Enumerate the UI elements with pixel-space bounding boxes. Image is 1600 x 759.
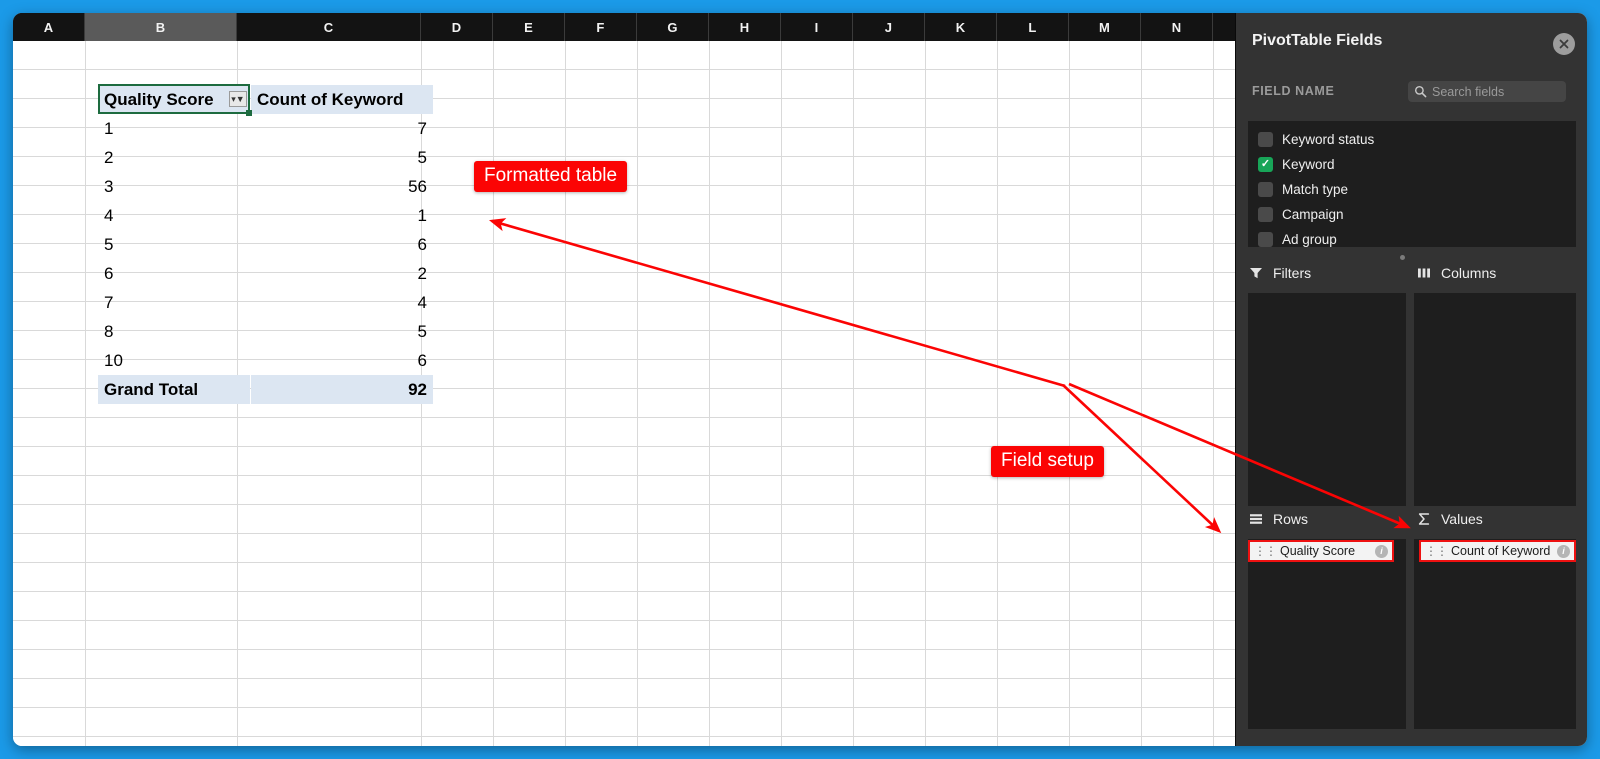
drag-grip-icon: ⋮⋮ bbox=[1425, 544, 1448, 558]
field-list: Keyword status ✓ Keyword Match type Campaign… bbox=[1248, 121, 1576, 247]
pivot-row-value[interactable]: 56 bbox=[251, 172, 433, 201]
field-chip-values-label: Count of Keyword bbox=[1451, 544, 1551, 558]
excel-window: ABCDEFGHIJKLMN Quality Score Count of Ke… bbox=[13, 13, 1587, 746]
pivot-row-label[interactable]: 8 bbox=[98, 317, 250, 346]
pivot-row-value[interactable]: 1 bbox=[251, 201, 433, 230]
info-icon[interactable]: i bbox=[1375, 544, 1388, 558]
zone-label-rows: Rows bbox=[1273, 511, 1309, 527]
column-header-g[interactable]: G bbox=[637, 13, 709, 41]
checkbox-icon[interactable] bbox=[1258, 207, 1273, 222]
zone-header-rows: Rows bbox=[1248, 511, 1308, 527]
search-input[interactable] bbox=[1432, 84, 1560, 99]
pivot-grand-total-value: 92 bbox=[251, 375, 433, 404]
pivot-row-label[interactable]: 2 bbox=[98, 143, 250, 172]
pivot-row-value[interactable]: 2 bbox=[251, 259, 433, 288]
field-list-item-label: Keyword status bbox=[1282, 132, 1375, 147]
rows-icon bbox=[1248, 511, 1264, 527]
pivot-row-label[interactable]: 10 bbox=[98, 346, 250, 375]
field-name-label: FIELD NAME bbox=[1252, 84, 1335, 98]
column-header-a[interactable]: A bbox=[13, 13, 85, 41]
pivot-row-value[interactable]: 5 bbox=[251, 317, 433, 346]
column-header-h[interactable]: H bbox=[709, 13, 781, 41]
field-list-item-campaign[interactable]: Campaign bbox=[1258, 202, 1576, 227]
pivot-row-label[interactable]: 7 bbox=[98, 288, 250, 317]
annotation-formatted-table: Formatted table bbox=[474, 161, 628, 192]
field-chip-values[interactable]: ⋮⋮ Count of Keyword i bbox=[1419, 540, 1576, 562]
panel-drag-handle[interactable] bbox=[1400, 255, 1405, 260]
drop-zone-filters[interactable] bbox=[1248, 293, 1406, 506]
pivot-row-label[interactable]: 1 bbox=[98, 114, 250, 143]
pivot-row-label[interactable]: 3 bbox=[98, 172, 250, 201]
drop-zone-columns[interactable] bbox=[1414, 293, 1576, 506]
field-list-item-keyword-status[interactable]: Keyword status bbox=[1258, 127, 1576, 152]
drop-zone-rows[interactable] bbox=[1248, 539, 1406, 729]
column-header-b[interactable]: B bbox=[85, 13, 237, 41]
field-list-item-label: Keyword bbox=[1282, 157, 1335, 172]
pivot-header-count-of-keyword[interactable]: Count of Keyword bbox=[251, 85, 433, 114]
checkbox-icon[interactable] bbox=[1258, 232, 1273, 247]
drop-zone-values[interactable] bbox=[1414, 539, 1576, 729]
pivot-header-quality-score[interactable]: Quality Score bbox=[98, 85, 250, 114]
pivot-row-value[interactable]: 5 bbox=[251, 143, 433, 172]
columns-icon bbox=[1416, 265, 1432, 281]
pivot-row-value[interactable]: 7 bbox=[251, 114, 433, 143]
pivot-grand-total-label: Grand Total bbox=[98, 375, 250, 404]
field-list-item-ad-group[interactable]: Ad group bbox=[1258, 227, 1576, 252]
zone-label-filters: Filters bbox=[1273, 265, 1312, 281]
panel-title: PivotTable Fields bbox=[1252, 32, 1383, 49]
column-header-f[interactable]: F bbox=[565, 13, 637, 41]
zone-label-values: Values bbox=[1441, 511, 1483, 527]
zone-header-filters: Filters bbox=[1248, 265, 1311, 281]
checkbox-icon[interactable] bbox=[1258, 132, 1273, 147]
pivottable-fields-panel: PivotTable Fields FIELD NAME Keyword sta… bbox=[1235, 13, 1587, 746]
checkbox-icon[interactable] bbox=[1258, 182, 1273, 197]
column-header-c[interactable]: C bbox=[237, 13, 421, 41]
close-icon[interactable] bbox=[1553, 33, 1575, 55]
sigma-icon bbox=[1416, 511, 1432, 527]
fill-handle[interactable] bbox=[246, 110, 252, 116]
column-header-m[interactable]: M bbox=[1069, 13, 1141, 41]
field-chip-rows[interactable]: ⋮⋮ Quality Score i bbox=[1248, 540, 1394, 562]
zone-header-values: Values bbox=[1416, 511, 1483, 527]
column-header-d[interactable]: D bbox=[421, 13, 493, 41]
column-header-j[interactable]: J bbox=[853, 13, 925, 41]
pivot-row-value[interactable]: 6 bbox=[251, 346, 433, 375]
field-list-item-match-type[interactable]: Match type bbox=[1258, 177, 1576, 202]
column-header-k[interactable]: K bbox=[925, 13, 997, 41]
field-list-item-label: Ad group bbox=[1282, 232, 1337, 247]
search-icon bbox=[1414, 85, 1427, 98]
pivot-row-label[interactable]: 6 bbox=[98, 259, 250, 288]
spreadsheet-area: ABCDEFGHIJKLMN Quality Score Count of Ke… bbox=[13, 13, 1235, 746]
column-header-n[interactable]: N bbox=[1141, 13, 1213, 41]
checkbox-checked-icon[interactable]: ✓ bbox=[1258, 157, 1273, 172]
pivot-table: Quality Score Count of Keyword 1 7 2 5 3 56 4 1… bbox=[13, 41, 1235, 746]
zone-label-columns: Columns bbox=[1441, 265, 1497, 281]
field-list-item-keyword[interactable]: ✓ Keyword bbox=[1258, 152, 1576, 177]
column-header-l[interactable]: L bbox=[997, 13, 1069, 41]
drag-grip-icon: ⋮⋮ bbox=[1254, 544, 1277, 558]
zone-header-columns: Columns bbox=[1416, 265, 1496, 281]
funnel-icon bbox=[1248, 265, 1264, 281]
field-chip-rows-label: Quality Score bbox=[1280, 544, 1356, 558]
pivot-row-value[interactable]: 6 bbox=[251, 230, 433, 259]
column-header-row: ABCDEFGHIJKLMN bbox=[13, 13, 1235, 41]
column-header-i[interactable]: I bbox=[781, 13, 853, 41]
pivot-row-label[interactable]: 5 bbox=[98, 230, 250, 259]
annotation-field-setup: Field setup bbox=[991, 446, 1104, 477]
pivot-row-value[interactable]: 4 bbox=[251, 288, 433, 317]
search-fields-box[interactable] bbox=[1408, 81, 1566, 102]
column-header-e[interactable]: E bbox=[493, 13, 565, 41]
field-list-item-label: Campaign bbox=[1282, 207, 1344, 222]
filter-dropdown-icon[interactable]: ▾▼ bbox=[229, 91, 247, 107]
field-list-item-label: Match type bbox=[1282, 182, 1349, 197]
pivot-row-label[interactable]: 4 bbox=[98, 201, 250, 230]
info-icon[interactable]: i bbox=[1557, 544, 1570, 558]
